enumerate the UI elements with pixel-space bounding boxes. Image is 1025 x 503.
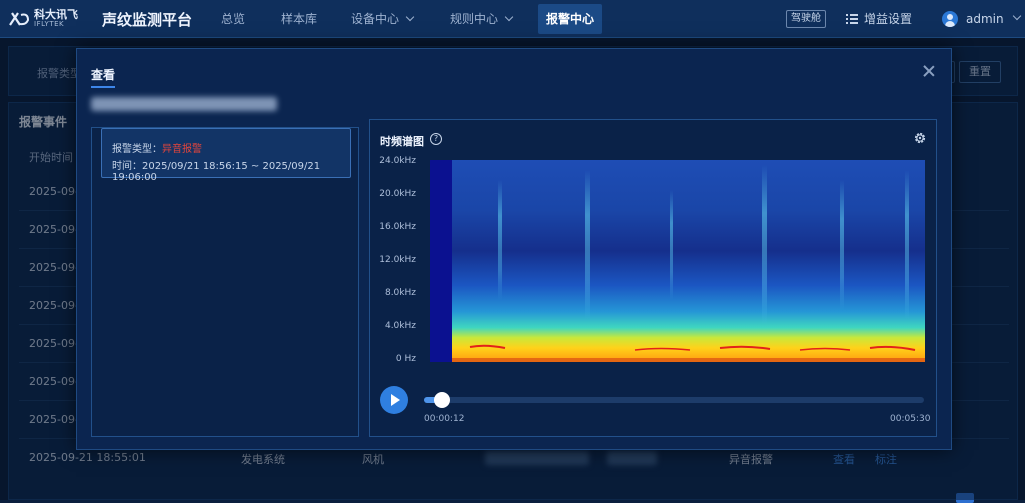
list-settings-icon — [846, 14, 858, 24]
brand-logo: 科大讯飞 IFLYTEK — [8, 9, 78, 29]
iflytek-logo-icon — [9, 12, 30, 26]
event-time-label: 时间： — [112, 161, 142, 172]
nav-item-rule-center-label: 规则中心 — [450, 12, 499, 26]
chevron-down-icon — [1012, 11, 1021, 21]
y-tick-label: 24.0kHz — [379, 156, 416, 166]
total-time: 00:05:30 — [890, 414, 931, 424]
spectrogram-panel: 时频谱图 ? 24.0kHz 20.0kHz 16.0kHz 12.0kHz 8… — [369, 119, 937, 437]
question-circle-icon[interactable]: ? — [430, 133, 442, 145]
event-time-value: 2025/09/21 18:56:15 ~ 2025/09/21 19:06:0… — [112, 161, 321, 183]
chevron-down-icon — [405, 12, 415, 22]
user-name: admin — [966, 12, 1004, 26]
play-button[interactable] — [380, 386, 408, 414]
spectrogram-image[interactable] — [430, 160, 925, 362]
modal-title: 查看 — [91, 66, 116, 88]
progress-handle[interactable] — [434, 392, 450, 408]
nav-item-device-center[interactable]: 设备中心 — [351, 0, 415, 38]
logo-text-en: IFLYTEK — [34, 20, 65, 28]
nav-item-alarm-center[interactable]: 报警中心 — [538, 4, 602, 34]
gear-icon[interactable] — [913, 131, 927, 145]
y-tick-label: 16.0kHz — [379, 222, 416, 232]
playback-progress-slider[interactable] — [424, 392, 924, 408]
event-time-line: 时间：2025/09/21 18:56:15 ~ 2025/09/21 19:0… — [112, 157, 350, 183]
cockpit-button[interactable]: 驾驶舱 — [786, 10, 826, 28]
y-tick-label: 0 Hz — [395, 354, 416, 364]
y-tick-label: 20.0kHz — [379, 189, 416, 199]
gain-settings-button[interactable]: 增益设置 — [846, 0, 912, 38]
nav-item-rule-center[interactable]: 规则中心 — [450, 0, 514, 38]
y-tick-label: 4.0kHz — [384, 321, 416, 331]
app-title: 声纹监测平台 — [102, 11, 193, 29]
nav-item-sample-library[interactable]: 样本库 — [281, 0, 317, 38]
nav-item-overview[interactable]: 总览 — [221, 0, 245, 38]
redacted-device-name — [91, 97, 277, 111]
gain-settings-label: 增益设置 — [864, 12, 913, 26]
spectrogram-title: 时频谱图 — [380, 135, 424, 148]
event-list-panel: 报警类型：异音报警 时间：2025/09/21 18:56:15 ~ 2025/… — [91, 127, 359, 437]
event-card[interactable]: 报警类型：异音报警 时间：2025/09/21 18:56:15 ~ 2025/… — [101, 128, 351, 183]
y-tick-label: 8.0kHz — [384, 288, 416, 298]
event-type-label: 报警类型： — [112, 144, 162, 155]
y-tick-label: 12.0kHz — [379, 255, 416, 265]
view-modal: 查看 报警类型：异音报警 时间：2025/09/21 18:56:15 ~ 20… — [76, 48, 952, 450]
avatar — [942, 11, 958, 27]
user-menu[interactable]: admin — [942, 0, 1021, 38]
nav-item-device-center-label: 设备中心 — [351, 12, 400, 26]
chevron-down-icon — [504, 12, 514, 22]
logo-text-cn: 科大讯飞 — [34, 8, 78, 21]
close-icon[interactable] — [923, 65, 935, 77]
current-time: 00:00:12 — [424, 414, 465, 424]
top-nav-bar: 科大讯飞 IFLYTEK 声纹监测平台 总览 样本库 设备中心 规则中心 报警中… — [0, 0, 1025, 38]
event-type-line: 报警类型：异音报警 — [112, 140, 202, 155]
event-type-value: 异音报警 — [162, 144, 202, 155]
